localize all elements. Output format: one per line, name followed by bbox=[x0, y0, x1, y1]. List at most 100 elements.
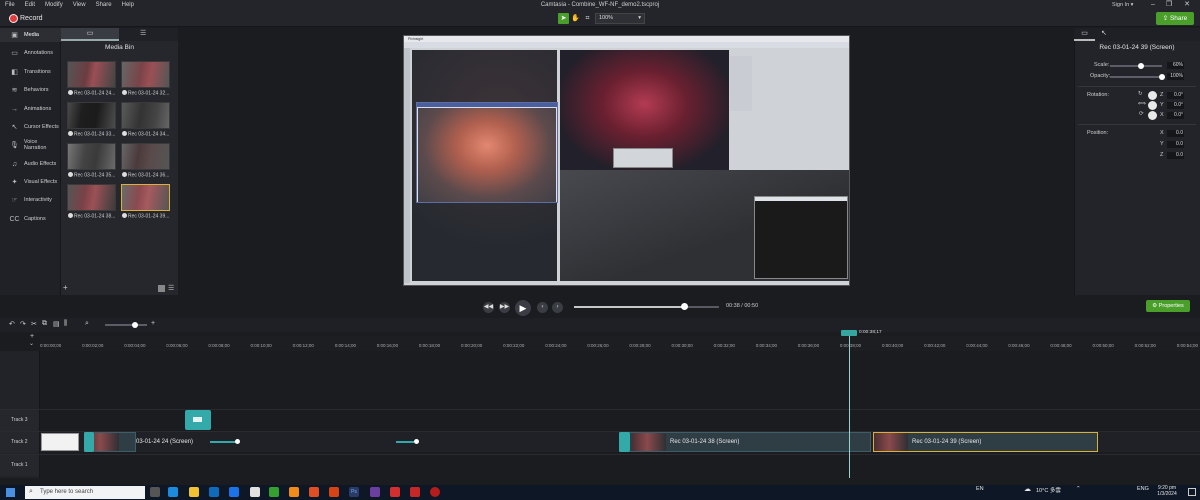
rotation-x-dial[interactable] bbox=[1148, 111, 1157, 120]
track-label[interactable]: Track 1 bbox=[0, 455, 40, 476]
file-explorer-icon[interactable] bbox=[189, 487, 199, 497]
nav-visual-effects[interactable]: ✦ Visual Effects bbox=[0, 175, 61, 189]
animation-arrow[interactable] bbox=[396, 441, 414, 443]
media-thumbnail[interactable] bbox=[121, 143, 170, 170]
properties-button[interactable]: ⚙ Properties bbox=[1146, 300, 1190, 312]
nav-audio-effects[interactable]: ♫ Audio Effects bbox=[0, 157, 61, 171]
previous-clip-icon[interactable]: ‹ bbox=[537, 302, 548, 313]
opacity-slider-handle[interactable] bbox=[1159, 74, 1165, 80]
playhead[interactable] bbox=[849, 332, 850, 478]
list-view-icon[interactable]: ☰ bbox=[168, 284, 174, 292]
zoom-select[interactable]: 100% ▾ bbox=[595, 13, 645, 24]
track-label[interactable]: Track 3 bbox=[0, 410, 40, 431]
camtasia-icon[interactable] bbox=[269, 487, 279, 497]
scale-value[interactable]: 60% bbox=[1167, 62, 1184, 69]
library-tab-icon[interactable]: ☰ bbox=[140, 29, 146, 37]
rotation-x-value[interactable]: 0.0° bbox=[1167, 112, 1184, 119]
menu-modify[interactable]: Modify bbox=[40, 2, 68, 8]
step-back-icon[interactable]: ◀◀ bbox=[483, 302, 494, 313]
animation-end-point[interactable] bbox=[414, 439, 419, 444]
undo-icon[interactable]: ↶ bbox=[9, 320, 15, 328]
clock[interactable]: 9:20 pm 1/3/2024 bbox=[1152, 485, 1182, 497]
media-thumbnail[interactable] bbox=[67, 184, 116, 211]
media-thumbnail[interactable] bbox=[121, 102, 170, 129]
media-player-icon[interactable] bbox=[430, 487, 440, 497]
media-thumbnail-selected[interactable] bbox=[121, 184, 170, 211]
timeline-clip[interactable]: Rec 03-01-24 38 (Screen) bbox=[619, 432, 871, 452]
animation-arrow[interactable] bbox=[210, 441, 236, 443]
position-y-value[interactable]: 0.0 bbox=[1167, 141, 1184, 148]
app-icon[interactable] bbox=[329, 487, 339, 497]
step-forward-icon[interactable]: ▶▶ bbox=[499, 302, 510, 313]
nav-behaviors[interactable]: ≋ Behaviors bbox=[0, 83, 61, 97]
input-language[interactable]: ENG bbox=[1137, 486, 1149, 492]
add-track-icon[interactable]: + bbox=[30, 333, 34, 340]
timeline-zoom-slider[interactable] bbox=[105, 324, 147, 326]
rotation-y-dial[interactable] bbox=[1148, 101, 1157, 110]
notifications-icon[interactable] bbox=[1188, 488, 1196, 496]
media-thumbnail[interactable] bbox=[67, 61, 116, 88]
share-button[interactable]: ⇪ Share bbox=[1156, 12, 1194, 25]
position-x-value[interactable]: 0.0 bbox=[1167, 130, 1184, 137]
pan-tool-icon[interactable]: ✋ bbox=[570, 13, 581, 24]
restore-icon[interactable]: ❐ bbox=[1162, 0, 1176, 10]
nav-captions[interactable]: CC Captions bbox=[0, 212, 61, 226]
scale-slider[interactable] bbox=[1110, 65, 1162, 67]
nav-voice-narration[interactable]: 🎙 Voice Narration bbox=[0, 138, 61, 152]
canvas-preview[interactable]: PixInsight bbox=[403, 35, 850, 286]
track-label[interactable]: Track 2 bbox=[0, 432, 40, 453]
playhead-handle[interactable] bbox=[841, 330, 857, 336]
rotation-z-dial[interactable] bbox=[1148, 91, 1157, 100]
close-icon[interactable]: ✕ bbox=[1180, 0, 1194, 10]
menu-edit[interactable]: Edit bbox=[20, 2, 40, 8]
media-thumbnail[interactable] bbox=[67, 102, 116, 129]
grid-view-icon[interactable] bbox=[158, 285, 165, 292]
tray-chevron-icon[interactable]: ⌃ bbox=[1076, 486, 1081, 492]
photoshop-icon[interactable]: Ps bbox=[349, 487, 359, 497]
sign-in-button[interactable]: Sign In ▾ bbox=[1112, 0, 1133, 10]
menu-help[interactable]: Help bbox=[117, 2, 139, 8]
media-thumbnail[interactable] bbox=[121, 61, 170, 88]
transition-marker[interactable] bbox=[619, 432, 630, 452]
store-icon[interactable] bbox=[209, 487, 219, 497]
nav-interactivity[interactable]: ☞ Interactivity bbox=[0, 193, 61, 207]
app-icon[interactable] bbox=[289, 487, 299, 497]
minimize-icon[interactable]: – bbox=[1146, 0, 1160, 10]
redo-icon[interactable]: ↷ bbox=[20, 320, 26, 328]
rotation-z-value[interactable]: 0.0° bbox=[1167, 92, 1184, 99]
zoom-in-icon[interactable]: + bbox=[151, 320, 155, 327]
crop-tool-icon[interactable]: ⌗ bbox=[582, 13, 593, 24]
opacity-value[interactable]: 100% bbox=[1167, 73, 1184, 80]
app-icon[interactable] bbox=[410, 487, 420, 497]
timeline-zoom-handle[interactable] bbox=[132, 322, 138, 328]
position-z-value[interactable]: 0.0 bbox=[1167, 152, 1184, 159]
taskbar-search[interactable]: Type here to search bbox=[25, 486, 145, 499]
tab-visual-properties[interactable]: ▭ bbox=[1074, 28, 1095, 41]
play-button[interactable]: ▶ bbox=[515, 300, 531, 316]
app-icon[interactable] bbox=[309, 487, 319, 497]
tab-media-bin[interactable]: ▭ bbox=[61, 28, 119, 41]
cursor-properties-icon[interactable]: ↖ bbox=[1101, 29, 1107, 37]
opacity-slider[interactable] bbox=[1110, 76, 1162, 78]
split-icon[interactable]: ⫼ bbox=[64, 320, 67, 328]
next-clip-icon[interactable]: › bbox=[552, 302, 563, 313]
menu-view[interactable]: View bbox=[68, 2, 91, 8]
nav-animations[interactable]: → Animations bbox=[0, 102, 61, 116]
nav-transitions[interactable]: ◧ Transitions bbox=[0, 65, 61, 79]
animation-end-point[interactable] bbox=[235, 439, 240, 444]
record-icon[interactable] bbox=[9, 14, 18, 23]
mail-icon[interactable] bbox=[229, 487, 239, 497]
menu-share[interactable]: Share bbox=[91, 2, 117, 8]
collapse-icon[interactable]: ⌄ bbox=[29, 340, 34, 347]
app-icon[interactable] bbox=[370, 487, 380, 497]
transition-marker[interactable] bbox=[84, 432, 94, 452]
weather-text[interactable]: 10°C 多雲 bbox=[1036, 486, 1061, 494]
media-thumbnail[interactable] bbox=[67, 143, 116, 170]
paste-icon[interactable]: ▤ bbox=[53, 320, 60, 328]
nav-annotations[interactable]: ▭ Annotations bbox=[0, 46, 61, 60]
nav-cursor-effects[interactable]: ↖ Cursor Effects bbox=[0, 120, 61, 134]
edge-icon[interactable] bbox=[168, 487, 178, 497]
menu-file[interactable]: File bbox=[0, 2, 20, 8]
chrome-icon[interactable] bbox=[250, 487, 260, 497]
select-tool-icon[interactable]: ➤ bbox=[558, 13, 569, 24]
